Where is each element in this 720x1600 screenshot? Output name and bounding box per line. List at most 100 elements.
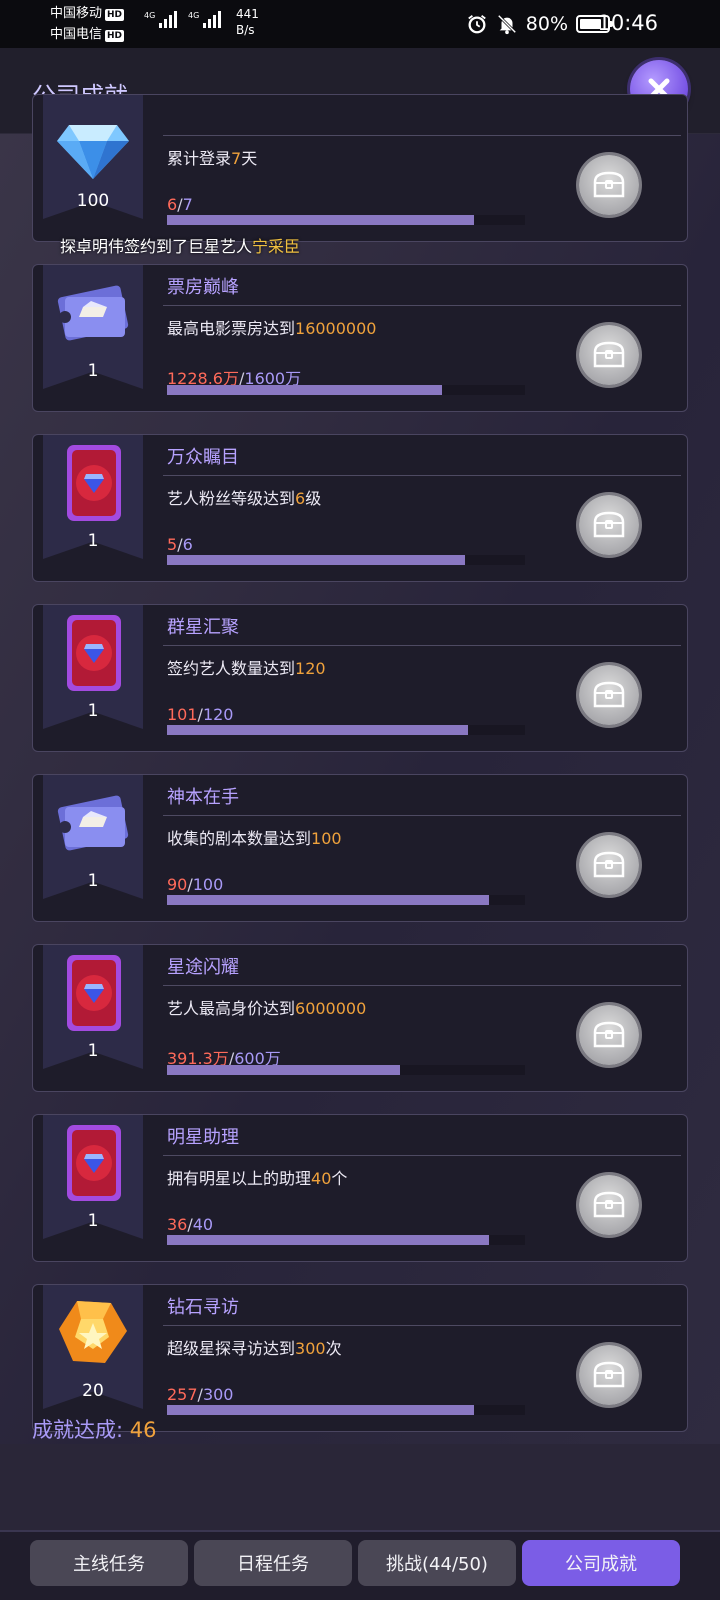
achievement-card: 1 明星助理拥有明星以上的助理40个 36/40 — [32, 1114, 688, 1262]
divider — [163, 645, 681, 646]
reward-count: 20 — [82, 1381, 104, 1401]
card-icon — [53, 1123, 133, 1203]
chest-icon — [593, 681, 625, 708]
achievement-title: 万众瞩目 — [167, 447, 239, 468]
tab-challenge[interactable]: 挑战(44/50) — [358, 1540, 516, 1586]
reward-count: 1 — [87, 1211, 99, 1231]
progress-current: 101 — [167, 705, 198, 724]
reward-count: 1 — [87, 361, 99, 381]
achievement-card: 1 票房巅峰 最高电影票房达到16000000 1228.6万/1600万 — [32, 264, 688, 412]
reward-count: 100 — [76, 191, 110, 211]
carrier-2: 中国电信 HD — [50, 27, 125, 42]
mute-bell-icon — [497, 14, 516, 35]
achievement-description: 签约艺人数量达到120 — [167, 659, 326, 678]
progress-text: 36/40 — [167, 1215, 214, 1234]
progress-total: 40 — [192, 1215, 214, 1234]
achievement-card: 1 神本在手 收集的剧本数量达到100 90/100 — [32, 774, 688, 922]
progress-text: 90/100 — [167, 875, 224, 894]
achievement-description: 超级星探寻访达到300次 — [167, 1339, 342, 1358]
claim-chest-button[interactable] — [579, 325, 639, 385]
network-speed: 441 B/s — [236, 7, 259, 37]
divider — [163, 1155, 681, 1156]
card-icon — [53, 443, 133, 523]
chest-icon — [593, 171, 625, 198]
progress-total: 300 — [202, 1385, 234, 1404]
chest-icon — [593, 1191, 625, 1218]
achievement-card: 100 累计登录7天 6/7 — [32, 94, 688, 242]
progress-fill — [167, 1235, 490, 1245]
tab-company-achievements[interactable]: 公司成就 — [522, 1540, 680, 1586]
progress-current: 257 — [167, 1385, 198, 1404]
diamond-icon — [53, 103, 133, 183]
progress-bar — [167, 1065, 525, 1075]
achievement-title: 票房巅峰 — [167, 277, 239, 298]
progress-current: 6 — [167, 195, 178, 214]
progress-current: 90 — [167, 875, 188, 894]
summary-label: 成就达成: — [32, 1418, 124, 1442]
claim-chest-button[interactable] — [579, 1005, 639, 1065]
signal-icon: 4G — [188, 11, 222, 28]
progress-fill — [167, 215, 474, 225]
progress-bar — [167, 385, 525, 395]
chest-icon — [593, 1021, 625, 1048]
carrier-1: 中国移动 HD — [50, 6, 125, 21]
progress-fill — [167, 385, 442, 395]
divider — [163, 475, 681, 476]
achievement-description: 累计登录7天 — [167, 149, 258, 168]
announcement-marquee: 探卓明伟签约到了巨星艺人宁采臣 — [60, 237, 301, 256]
achievement-title: 明星助理 — [167, 1127, 239, 1148]
tab-daily-tasks[interactable]: 日程任务 — [194, 1540, 352, 1586]
progress-current: 5 — [167, 535, 178, 554]
claim-chest-button[interactable] — [579, 1175, 639, 1235]
progress-text: 257/300 — [167, 1385, 234, 1404]
progress-total: 120 — [202, 705, 234, 724]
progress-fill — [167, 1405, 474, 1415]
divider — [163, 1325, 681, 1326]
tab-main-tasks[interactable]: 主线任务 — [30, 1540, 188, 1586]
achievement-title: 星途闪耀 — [167, 957, 239, 978]
claim-chest-button[interactable] — [579, 155, 639, 215]
chest-icon — [593, 851, 625, 878]
achievement-card: 1 群星汇聚 签约艺人数量达到120 101/120 — [32, 604, 688, 752]
signal-icon: 4G — [144, 11, 178, 28]
claim-chest-button[interactable] — [579, 1345, 639, 1405]
card-icon — [53, 613, 133, 693]
summary-value: 46 — [129, 1418, 157, 1442]
bottom-tab-bar: 主线任务 日程任务 挑战(44/50) 公司成就 — [0, 1530, 720, 1600]
chest-icon — [593, 1361, 625, 1388]
chest-icon — [593, 341, 625, 368]
achievement-description: 收集的剧本数量达到100 — [167, 829, 342, 848]
achievement-summary: 成就达成: 46 — [32, 1414, 157, 1444]
progress-fill — [167, 725, 469, 735]
divider — [163, 135, 681, 136]
achievement-description: 拥有明星以上的助理40个 — [167, 1169, 348, 1188]
progress-text: 101/120 — [167, 705, 234, 724]
progress-bar — [167, 895, 525, 905]
progress-bar — [167, 1235, 525, 1245]
clock: 10:46 — [597, 11, 658, 35]
claim-chest-button[interactable] — [579, 495, 639, 555]
progress-total: 7 — [182, 195, 193, 214]
progress-bar — [167, 725, 525, 735]
divider — [163, 815, 681, 816]
status-bar: 中国移动 HD 中国电信 HD 4G 4G 441 B/s 80% 10:46 — [0, 0, 720, 48]
claim-chest-button[interactable] — [579, 665, 639, 725]
divider — [163, 305, 681, 306]
progress-total: 100 — [192, 875, 224, 894]
reward-count: 1 — [87, 1041, 99, 1061]
achievement-description: 艺人最高身价达到6000000 — [167, 999, 367, 1018]
progress-total: 6 — [182, 535, 193, 554]
achievement-card: 1 星途闪耀 艺人最高身价达到6000000 391.3万/600万 — [32, 944, 688, 1092]
battery-percent: 80% — [525, 13, 568, 35]
achievement-title: 钻石寻访 — [167, 1297, 239, 1318]
achievement-card: 20 钻石寻访超级星探寻访达到300次 257/300 — [32, 1284, 688, 1432]
gem-icon — [53, 1293, 133, 1373]
progress-fill — [167, 1065, 401, 1075]
claim-chest-button[interactable] — [579, 835, 639, 895]
hd-badge: HD — [105, 9, 125, 21]
reward-count: 1 — [87, 871, 99, 891]
progress-current: 36 — [167, 1215, 188, 1234]
progress-text: 5/6 — [167, 535, 193, 554]
progress-bar — [167, 555, 525, 565]
reward-count: 1 — [87, 531, 99, 551]
